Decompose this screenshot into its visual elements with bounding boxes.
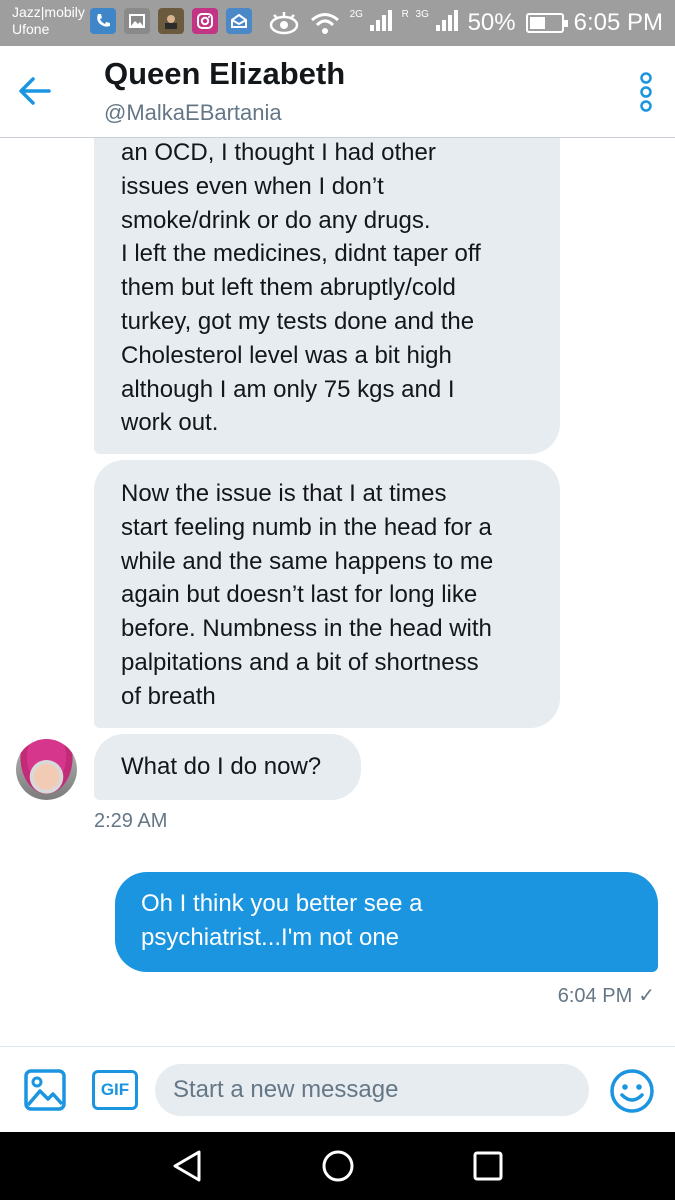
message-line: before. Numbness in the head with (121, 615, 492, 643)
message-line: smoke/drink or do any drugs. (121, 206, 431, 234)
message-line: Cholesterol level was a bit high (121, 341, 452, 369)
received-message[interactable]: an OCD, I thought I had other issues eve… (94, 138, 560, 454)
signal-2g: 2G (350, 9, 392, 38)
status-bar: Jazz|mobily Ufone 2G R 3G 50% 6:05 PM (0, 0, 675, 46)
signal-bars-icon (369, 9, 392, 31)
battery-icon (525, 13, 568, 33)
nav-home-icon[interactable] (320, 1148, 356, 1184)
nav-back-icon[interactable] (170, 1148, 206, 1184)
nav-recents-icon[interactable] (470, 1148, 506, 1184)
message-line: psychiatrist...I'm not one (141, 923, 400, 951)
message-line: of breath (121, 682, 216, 710)
clock: 6:05 PM (573, 9, 663, 36)
message-line: Now the issue is that I at times (121, 480, 447, 507)
message-line: an OCD, I thought I had other (121, 139, 436, 166)
avatar[interactable] (16, 739, 77, 800)
carrier-primary: Jazz|mobily (12, 4, 85, 20)
message-line: I left the medicines, didnt taper off (121, 240, 481, 268)
message-line: work out. (121, 409, 219, 437)
signal-3g: R 3G (402, 9, 458, 38)
net-3g-label: 3G (415, 8, 429, 20)
conversation-header: Queen Elizabeth @MalkaEBartania (0, 46, 675, 138)
image-icon[interactable] (23, 1068, 67, 1112)
more-options-icon[interactable] (639, 72, 653, 112)
message-line: while and the same happens to me (121, 547, 494, 575)
sent-check-icon: ✓ (638, 985, 655, 1007)
carrier-info: Jazz|mobily Ufone (12, 4, 85, 38)
message-line: issues even when I don’t (121, 172, 384, 200)
message-line: start feeling numb in the head for a (121, 513, 492, 541)
sent-time: 6:04 PM (557, 985, 633, 1007)
message-line: turkey, got my tests done and the (121, 307, 475, 335)
instagram-icon (192, 8, 218, 34)
notification-icons (90, 8, 252, 34)
sent-message[interactable]: Oh I think you better see a psychiatrist… (115, 872, 658, 972)
photo-app-icon (158, 8, 184, 34)
eye-comfort-icon (269, 12, 298, 35)
sent-timestamp: 6:04 PM ✓ (558, 983, 655, 1008)
message-line: Oh I think you better see a (141, 890, 423, 917)
signal-bars-icon (435, 9, 458, 31)
received-timestamp: 2:29 AM (94, 810, 168, 832)
system-indicators: 2G R 3G 50% 6:05 PM (268, 0, 663, 46)
message-line: again but doesn’t last for long like (121, 581, 478, 609)
message-line: What do I do now? (121, 753, 322, 780)
emoji-icon[interactable] (609, 1068, 655, 1114)
message-line: them but left them abruptly/cold (121, 274, 456, 302)
android-navigation-bar (0, 1132, 675, 1200)
net-roaming-label: R (401, 8, 409, 20)
message-thread[interactable]: an OCD, I thought I had other issues eve… (0, 138, 675, 1046)
message-line: palpitations and a bit of shortness (121, 648, 479, 676)
received-message[interactable]: What do I do now? (94, 734, 361, 800)
gallery-app-icon (124, 8, 150, 34)
wifi-icon (310, 13, 339, 34)
contact-name[interactable]: Queen Elizabeth (104, 56, 345, 92)
carrier-secondary: Ufone (12, 21, 50, 37)
back-arrow-icon[interactable] (18, 76, 52, 106)
phone-app-icon (90, 8, 116, 34)
message-input[interactable] (155, 1064, 589, 1116)
message-composer: GIF (0, 1046, 675, 1132)
battery-percent: 50% (467, 9, 516, 36)
received-message[interactable]: Now the issue is that I at times start f… (94, 460, 560, 728)
gif-button[interactable]: GIF (92, 1070, 138, 1110)
message-line: although I am only 75 kgs and I (121, 375, 455, 403)
contact-handle[interactable]: @MalkaEBartania (104, 100, 282, 126)
mail-app-icon (226, 8, 252, 34)
net-2g-label: 2G (349, 8, 363, 20)
